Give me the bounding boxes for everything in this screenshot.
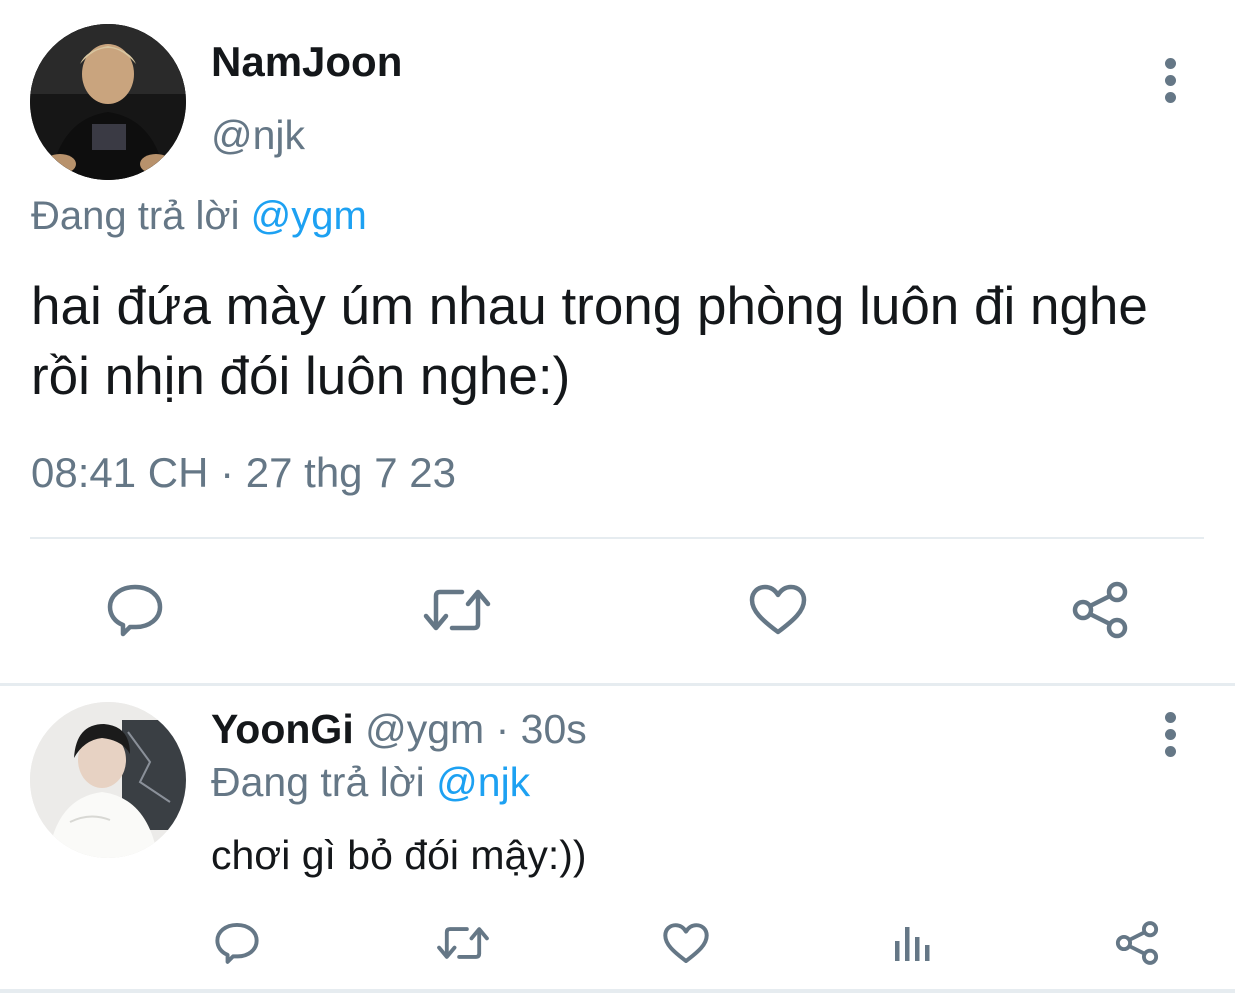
avatar-photo-icon: [30, 24, 186, 180]
retweet-button[interactable]: [434, 916, 492, 970]
tweet-text: chơi gì bỏ đói mậy:)): [211, 832, 587, 878]
tweet-timestamp[interactable]: 08:41 CH · 27 thg 7 23: [31, 449, 456, 497]
more-options-icon[interactable]: [1165, 58, 1177, 109]
share-button[interactable]: [1068, 578, 1132, 642]
retweet-icon: [437, 927, 489, 959]
reply-context: Đang trả lời @njk: [211, 759, 530, 806]
divider: [0, 989, 1235, 993]
display-name[interactable]: YoonGi: [211, 706, 354, 752]
user-handle[interactable]: @njk: [211, 112, 305, 159]
reply-icon: [215, 922, 259, 964]
avatar-photo-icon: [30, 702, 186, 858]
handle-and-time[interactable]: @ygm · 30s: [354, 706, 587, 752]
reply-mention-link[interactable]: @njk: [436, 759, 530, 805]
like-button[interactable]: [745, 578, 811, 642]
retweet-icon: [423, 589, 491, 631]
share-icon: [1115, 921, 1159, 965]
share-icon: [1072, 581, 1128, 639]
tweet-text: hai đứa mày úm nhau trong phòng luôn đi …: [31, 277, 1148, 406]
reply-icon: [107, 584, 163, 637]
reply-header: YoonGi @ygm · 30s: [211, 706, 587, 753]
share-button[interactable]: [1112, 916, 1162, 970]
reply-context-label: Đang trả lời: [31, 194, 251, 238]
reply-context-label: Đang trả lời: [211, 759, 437, 805]
more-options-icon[interactable]: [1165, 712, 1177, 763]
like-icon: [749, 584, 807, 635]
reply-context: Đang trả lời @ygm: [31, 194, 367, 239]
reply-button[interactable]: [100, 578, 170, 642]
analytics-button[interactable]: [888, 916, 936, 970]
avatar[interactable]: [30, 24, 186, 180]
divider: [0, 683, 1235, 686]
display-name[interactable]: NamJoon: [211, 38, 402, 86]
main-tweet: NamJoon @njk Đang trả lời @ygm hai đứa m…: [0, 0, 1235, 683]
analytics-icon: [895, 927, 930, 961]
divider: [30, 537, 1204, 539]
avatar[interactable]: [30, 702, 186, 858]
like-button[interactable]: [661, 916, 711, 970]
retweet-button[interactable]: [420, 578, 494, 642]
reply-button[interactable]: [212, 916, 262, 970]
like-icon: [663, 922, 709, 963]
reply-mention-link[interactable]: @ygm: [251, 194, 367, 238]
